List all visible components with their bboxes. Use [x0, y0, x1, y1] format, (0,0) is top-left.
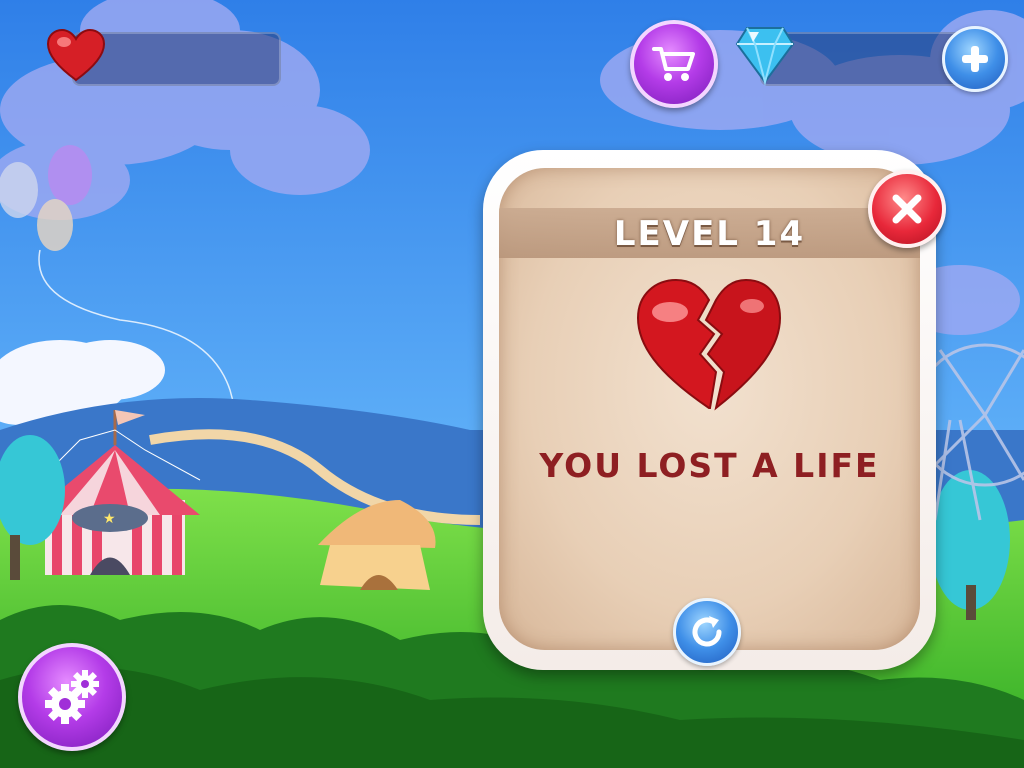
plus-icon [962, 46, 988, 72]
close-button[interactable] [868, 170, 946, 248]
add-gems-button[interactable] [942, 26, 1008, 92]
svg-text:★: ★ [103, 511, 116, 527]
heart-icon [46, 28, 106, 82]
diamond-icon [735, 27, 795, 86]
retry-button[interactable] [673, 598, 741, 666]
dialog-panel: LEVEL 14 YOU LOST A LIFE [499, 168, 920, 650]
level-title: LEVEL 14 [613, 214, 806, 254]
settings-button[interactable] [18, 643, 126, 751]
level-failed-dialog: LEVEL 14 YOU LOST A LIFE [483, 150, 936, 670]
lost-life-message: YOU LOST A LIFE [539, 446, 880, 485]
close-icon [892, 194, 922, 224]
gear-icon [45, 670, 99, 724]
cart-icon [652, 47, 695, 81]
shop-button[interactable] [630, 20, 718, 108]
broken-heart-icon [636, 278, 782, 411]
retry-icon [692, 616, 722, 647]
